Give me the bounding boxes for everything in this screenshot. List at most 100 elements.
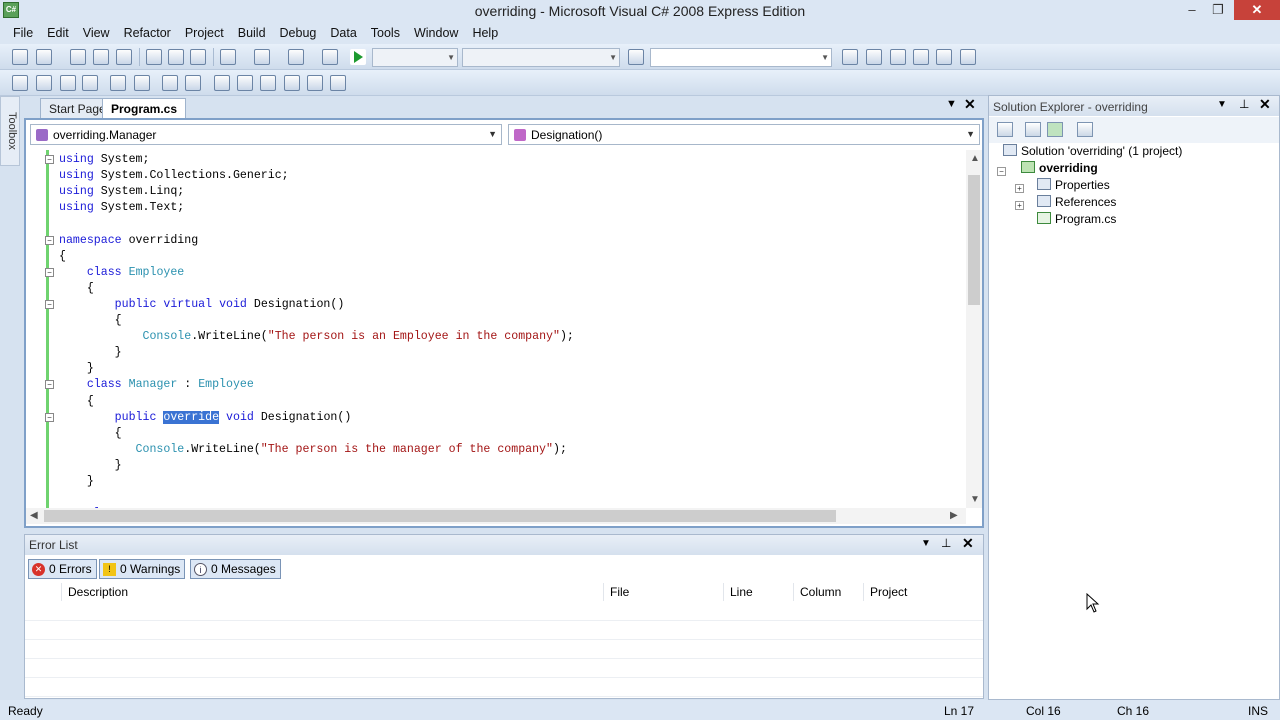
- close-panel-icon[interactable]: ✕: [1259, 96, 1271, 113]
- previous-bookmark-in-folder-icon[interactable]: [284, 75, 300, 91]
- properties-icon[interactable]: [997, 122, 1013, 137]
- redo-icon[interactable]: [254, 49, 270, 65]
- uncomment-icon[interactable]: [185, 75, 201, 91]
- outline-collapse-icon[interactable]: −: [45, 267, 54, 277]
- start-page-icon[interactable]: [936, 49, 952, 65]
- menu-debug[interactable]: Debug: [273, 22, 324, 44]
- tab-program-cs[interactable]: Program.cs: [102, 98, 187, 118]
- find-in-files-icon[interactable]: [628, 49, 644, 65]
- column-project[interactable]: Project: [863, 583, 983, 601]
- menu-tools[interactable]: Tools: [364, 22, 407, 44]
- clear-bookmarks-icon[interactable]: [330, 75, 346, 91]
- open-file-icon[interactable]: [70, 49, 86, 65]
- outline-collapse-icon[interactable]: −: [45, 380, 54, 390]
- code-line[interactable]: }: [59, 474, 94, 490]
- outline-collapse-icon[interactable]: −: [45, 412, 54, 422]
- minimize-button[interactable]: –: [1178, 0, 1206, 20]
- undo-icon[interactable]: [220, 49, 236, 65]
- navigate-forward-icon[interactable]: [322, 49, 338, 65]
- code-line[interactable]: Console.WriteLine("The person is an Empl…: [59, 329, 574, 345]
- code-line[interactable]: namespace overriding: [59, 233, 198, 249]
- tree-item-properties[interactable]: Properties: [1037, 178, 1110, 192]
- display-parameter-info-icon[interactable]: [36, 75, 52, 91]
- scroll-up-icon[interactable]: ▲: [970, 153, 980, 164]
- object-browser-icon[interactable]: [890, 49, 906, 65]
- next-bookmark-in-folder-icon[interactable]: [307, 75, 323, 91]
- add-item-icon[interactable]: [36, 49, 52, 65]
- comment-out-icon[interactable]: [162, 75, 178, 91]
- new-project-icon[interactable]: [12, 49, 28, 65]
- maximize-button[interactable]: ❐: [1204, 0, 1232, 20]
- window-position-icon[interactable]: ▼: [1217, 99, 1227, 110]
- scroll-right-icon[interactable]: ▶: [950, 510, 958, 521]
- menu-build[interactable]: Build: [231, 22, 273, 44]
- next-bookmark-icon[interactable]: [260, 75, 276, 91]
- expand-toggle-icon[interactable]: +: [1015, 201, 1024, 210]
- auto-hide-pin-icon[interactable]: ⊥: [941, 536, 951, 550]
- cut-icon[interactable]: [146, 49, 162, 65]
- type-navigation-combo[interactable]: overriding.Manager ▼: [30, 124, 502, 145]
- horizontal-scroll-thumb[interactable]: [44, 510, 836, 522]
- view-code-icon[interactable]: [1077, 122, 1093, 137]
- code-line[interactable]: using System.Collections.Generic;: [59, 168, 289, 184]
- display-object-member-list-icon[interactable]: [12, 75, 28, 91]
- code-line[interactable]: public override void Designation(): [59, 410, 351, 426]
- errors-filter-button[interactable]: ✕ 0 Errors: [28, 559, 97, 579]
- vertical-scroll-thumb[interactable]: [968, 175, 980, 305]
- refresh-icon[interactable]: [1047, 122, 1063, 137]
- code-line[interactable]: {: [59, 249, 66, 265]
- collapse-toggle-icon[interactable]: −: [997, 167, 1006, 176]
- menu-window[interactable]: Window: [407, 22, 465, 44]
- toggle-bookmark-icon[interactable]: [214, 75, 230, 91]
- tree-solution[interactable]: Solution 'overriding' (1 project): [1003, 144, 1182, 158]
- complete-word-icon[interactable]: [82, 75, 98, 91]
- other-windows-icon[interactable]: [960, 49, 976, 65]
- menu-view[interactable]: View: [76, 22, 117, 44]
- scroll-left-icon[interactable]: ◀: [30, 510, 38, 521]
- code-line[interactable]: class Manager : Employee: [59, 377, 254, 393]
- save-all-icon[interactable]: [116, 49, 132, 65]
- code-line[interactable]: class Employee: [59, 265, 184, 281]
- column-description[interactable]: Description: [61, 583, 603, 601]
- warnings-filter-button[interactable]: ! 0 Warnings: [99, 559, 186, 579]
- code-line[interactable]: {: [59, 281, 94, 297]
- window-position-icon[interactable]: ▼: [921, 538, 931, 549]
- menu-file[interactable]: File: [6, 22, 40, 44]
- display-quick-info-icon[interactable]: [60, 75, 76, 91]
- toolbox-icon[interactable]: [913, 49, 929, 65]
- paste-icon[interactable]: [190, 49, 206, 65]
- outline-collapse-icon[interactable]: −: [45, 155, 54, 164]
- code-line[interactable]: public virtual void Designation(): [59, 297, 345, 313]
- tree-item-references[interactable]: References: [1037, 195, 1116, 209]
- menu-project[interactable]: Project: [178, 22, 231, 44]
- solution-configuration-combo[interactable]: ▼: [372, 48, 458, 67]
- code-editor[interactable]: overriding.Manager ▼ Designation() ▼ usi…: [24, 118, 984, 528]
- code-line[interactable]: {: [59, 313, 122, 329]
- menu-data[interactable]: Data: [323, 22, 363, 44]
- member-navigation-combo[interactable]: Designation() ▼: [508, 124, 980, 145]
- copy-icon[interactable]: [168, 49, 184, 65]
- code-line[interactable]: {: [59, 394, 94, 410]
- column-line[interactable]: Line: [723, 583, 793, 601]
- outline-collapse-icon[interactable]: −: [45, 299, 54, 309]
- code-line[interactable]: using System.Linq;: [59, 184, 184, 200]
- code-text-area[interactable]: using System; − using System.Collections.G…: [26, 150, 966, 508]
- tree-project[interactable]: overriding: [1021, 161, 1098, 175]
- messages-filter-button[interactable]: i 0 Messages: [190, 559, 281, 579]
- active-files-dropdown-icon[interactable]: ▼: [946, 98, 957, 110]
- close-button[interactable]: ✕: [1234, 0, 1280, 20]
- code-line[interactable]: Console.WriteLine("The person is the man…: [59, 442, 567, 458]
- menu-edit[interactable]: Edit: [40, 22, 76, 44]
- expand-toggle-icon[interactable]: +: [1015, 184, 1024, 193]
- navigate-backward-icon[interactable]: [288, 49, 304, 65]
- solution-platform-combo[interactable]: ▼: [462, 48, 620, 67]
- code-line[interactable]: }: [59, 361, 94, 377]
- solution-explorer-icon[interactable]: [842, 49, 858, 65]
- menu-help[interactable]: Help: [465, 22, 505, 44]
- close-panel-icon[interactable]: ✕: [962, 535, 974, 552]
- decrease-indent-icon[interactable]: [110, 75, 126, 91]
- auto-hide-pin-icon[interactable]: ⊥: [1239, 97, 1249, 111]
- tree-item-program-cs[interactable]: Program.cs: [1037, 212, 1116, 226]
- code-line[interactable]: }: [59, 458, 122, 474]
- code-line[interactable]: using System.Text;: [59, 200, 184, 216]
